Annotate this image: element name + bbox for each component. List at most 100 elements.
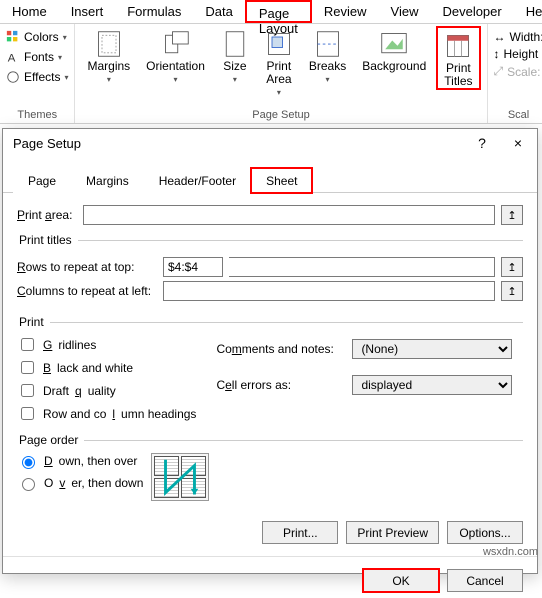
orientation-icon (162, 30, 190, 58)
print-fieldset: Print Gridlines Black and white Draft qu… (17, 315, 523, 425)
fonts-icon: A (6, 50, 20, 64)
ribbon-tabs: Home Insert Formulas Data Page Layout Re… (0, 0, 542, 24)
chevron-down-icon: ▾ (277, 88, 281, 97)
orientation-button[interactable]: Orientation ▾ (140, 26, 211, 84)
effects-button[interactable]: Effects ▾ (6, 68, 68, 86)
chevron-down-icon: ▾ (326, 75, 330, 84)
group-label-scale: Scal (494, 107, 542, 123)
group-label-themes: Themes (6, 107, 68, 123)
cols-repeat-input[interactable] (163, 281, 495, 301)
print-titles-button[interactable]: Print Titles (436, 26, 480, 90)
orientation-label: Orientation (146, 60, 205, 73)
margins-button[interactable]: Margins ▾ (81, 26, 136, 84)
comments-label: Comments and notes: (216, 342, 346, 356)
print-titles-label: Print Titles (444, 62, 472, 88)
effects-label: Effects (24, 70, 60, 84)
chevron-down-icon: ▾ (64, 73, 68, 82)
chevron-down-icon: ▾ (174, 75, 178, 84)
svg-text:A: A (8, 52, 16, 64)
dialog-close-button[interactable]: × (509, 135, 527, 151)
background-button[interactable]: Background (356, 26, 432, 73)
breaks-button[interactable]: Breaks ▾ (303, 26, 352, 84)
print-area-icon (265, 30, 293, 58)
print-legend: Print (17, 315, 50, 329)
tab-page-layout[interactable]: Page Layout (245, 0, 312, 23)
tab-view[interactable]: View (379, 0, 431, 23)
page-setup-dialog: Page Setup ? × Page Margins Header/Foote… (2, 128, 538, 574)
tab-data[interactable]: Data (193, 0, 244, 23)
fonts-label: Fonts (24, 50, 54, 64)
tab-formulas[interactable]: Formulas (115, 0, 193, 23)
margins-icon (95, 30, 123, 58)
options-button[interactable]: Options... (447, 521, 523, 544)
effects-icon (6, 70, 20, 84)
print-button[interactable]: Print... (262, 521, 338, 544)
size-button[interactable]: Size ▾ (215, 26, 255, 84)
ribbon-content: Colors ▾ A Fonts ▾ Effects ▾ Themes Marg… (0, 24, 542, 124)
print-area-button[interactable]: Print Area ▾ (259, 26, 299, 97)
scale-control[interactable]: ⤢Scale: (494, 64, 542, 79)
dtab-sheet[interactable]: Sheet (251, 168, 312, 193)
tab-review[interactable]: Review (312, 0, 379, 23)
dialog-button-row-2: OK Cancel (3, 563, 537, 598)
height-control[interactable]: ↕Height (494, 47, 542, 61)
width-control[interactable]: ↔ Width: (494, 30, 542, 44)
chevron-down-icon: ▾ (107, 75, 111, 84)
draft-checkbox[interactable]: Draft quality (17, 381, 196, 400)
over-then-down-radio[interactable]: Over, then down (17, 475, 143, 491)
fonts-button[interactable]: A Fonts ▾ (6, 48, 68, 66)
print-titles-legend: Print titles (17, 233, 78, 247)
print-titles-icon (444, 32, 472, 60)
rowcol-checkbox[interactable]: Row and column headings (17, 404, 196, 423)
print-titles-fieldset: Print titles Rows to repeat at top: ↥ Co… (17, 233, 523, 307)
background-icon (380, 30, 408, 58)
height-icon: ↕ (494, 47, 500, 61)
rows-repeat-ref-button[interactable]: ↥ (501, 257, 523, 277)
margins-label: Margins (87, 60, 130, 73)
group-label-page-setup: Page Setup (81, 107, 480, 123)
group-scale: ↔ Width: ↕Height ⤢Scale: Scal (488, 24, 542, 123)
background-label: Background (362, 60, 426, 73)
dtab-margins[interactable]: Margins (71, 168, 144, 193)
tab-developer[interactable]: Developer (430, 0, 513, 23)
dialog-titlebar: Page Setup ? × (3, 129, 537, 157)
dialog-button-row-1: Print... Print Preview Options... (3, 515, 537, 550)
cols-repeat-ref-button[interactable]: ↥ (501, 281, 523, 301)
tab-home[interactable]: Home (0, 0, 59, 23)
width-icon: ↔ (494, 30, 506, 44)
colors-button[interactable]: Colors ▾ (6, 28, 68, 46)
cellerrors-label: Cell errors as: (216, 378, 346, 392)
size-icon (221, 30, 249, 58)
chevron-down-icon: ▾ (63, 33, 67, 42)
print-preview-button[interactable]: Print Preview (346, 521, 439, 544)
print-area-ref-button[interactable]: ↥ (501, 205, 523, 225)
scale-label: Scale: (507, 65, 540, 79)
cols-repeat-label: Columns to repeat at left: (17, 284, 157, 298)
tab-help[interactable]: Hel (514, 0, 542, 23)
pageorder-legend: Page order (17, 433, 84, 447)
ok-button[interactable]: OK (363, 569, 439, 592)
tab-insert[interactable]: Insert (59, 0, 116, 23)
cellerrors-select[interactable]: displayed (352, 375, 512, 395)
bw-checkbox[interactable]: Black and white (17, 358, 196, 377)
pageorder-preview (151, 453, 209, 501)
down-then-over-radio[interactable]: Down, then over (17, 453, 143, 469)
cancel-button[interactable]: Cancel (447, 569, 523, 592)
group-themes: Colors ▾ A Fonts ▾ Effects ▾ Themes (0, 24, 75, 123)
dtab-header-footer[interactable]: Header/Footer (144, 168, 251, 193)
colors-label: Colors (24, 30, 59, 44)
size-label: Size (223, 60, 246, 73)
dialog-body: Print area: ↥ Print titles Rows to repea… (3, 193, 537, 515)
print-area-input[interactable] (83, 205, 495, 225)
breaks-label: Breaks (309, 60, 346, 73)
dialog-tabs: Page Margins Header/Footer Sheet (3, 163, 537, 193)
width-label: Width: (510, 30, 542, 44)
colors-icon (6, 30, 20, 44)
dtab-page[interactable]: Page (13, 168, 71, 193)
dialog-help-button[interactable]: ? (473, 135, 491, 151)
group-page-setup: Margins ▾ Orientation ▾ Size ▾ Print Are… (75, 24, 487, 123)
gridlines-checkbox[interactable]: Gridlines (17, 335, 196, 354)
rows-repeat-input[interactable] (163, 257, 223, 277)
comments-select[interactable]: (None) (352, 339, 512, 359)
rows-repeat-label: Rows to repeat at top: (17, 260, 157, 274)
